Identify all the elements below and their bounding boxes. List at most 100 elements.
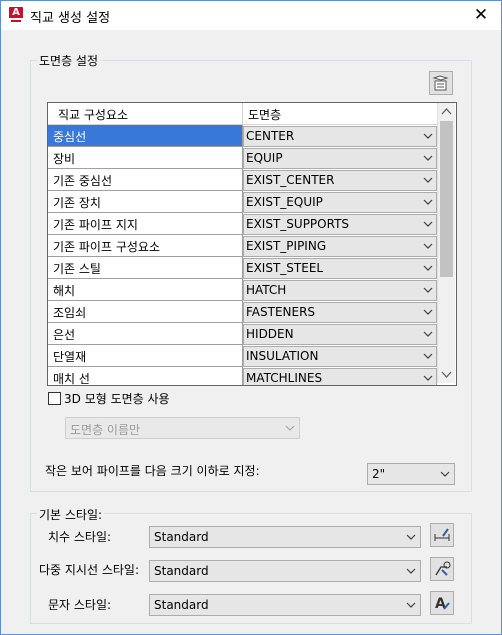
component-label: 매치 선: [53, 372, 90, 386]
chevron-down-icon: [440, 471, 450, 477]
chevron-down-icon: [423, 221, 433, 227]
layer-properties-button[interactable]: [429, 71, 453, 95]
chevron-down-icon: [423, 331, 433, 337]
table-row[interactable]: 매치 선 MATCHLINES: [48, 367, 438, 386]
layer-settings-legend: 도면층 설정: [37, 52, 101, 69]
table-row[interactable]: 기존 파이프 구성요소 EXIST_PIPING: [48, 235, 438, 257]
chevron-down-icon: [423, 133, 433, 139]
table-row[interactable]: 은선 HIDDEN: [48, 323, 438, 345]
layer-name-only-value: 도면층 이름만: [70, 423, 141, 437]
table-row[interactable]: 기존 파이프 지지 EXIST_SUPPORTS: [48, 213, 438, 235]
chevron-down-icon: [423, 199, 433, 205]
layer-select[interactable]: EXIST_SUPPORTS: [243, 214, 437, 235]
table-row[interactable]: 기존 장치 EXIST_EQUIP: [48, 191, 438, 213]
multileader-style-icon: [435, 561, 451, 576]
small-bore-select[interactable]: 2": [367, 463, 455, 485]
layer-select[interactable]: HIDDEN: [243, 324, 437, 345]
layer-select[interactable]: INSULATION: [243, 346, 437, 367]
layer-value: EXIST_STEEL: [246, 261, 324, 275]
layer-value: HATCH: [246, 283, 287, 297]
svg-text:A: A: [435, 596, 446, 612]
multileader-style-label: 다중 지시선 스타일:: [39, 563, 139, 577]
chevron-down-icon: [406, 568, 416, 574]
small-bore-label: 작은 보어 파이프를 다음 크기 이하로 지정:: [45, 464, 260, 478]
table-row[interactable]: 해치 HATCH: [48, 279, 438, 301]
use-3d-layers-checkbox[interactable]: [48, 392, 61, 405]
dimension-style-label: 치수 스타일:: [48, 530, 112, 544]
text-style-label: 문자 스타일:: [48, 598, 112, 612]
small-bore-value: 2": [372, 467, 386, 481]
layer-select[interactable]: FASTENERS: [243, 302, 437, 323]
chevron-down-icon: [423, 375, 433, 381]
component-cell[interactable]: 매치 선: [48, 367, 243, 386]
chevron-down-icon: [423, 265, 433, 271]
layer-select[interactable]: EXIST_EQUIP: [243, 192, 437, 213]
component-cell[interactable]: 기존 장치: [48, 191, 243, 213]
layer-select[interactable]: HATCH: [243, 280, 437, 301]
scroll-thumb[interactable]: [440, 121, 453, 277]
text-style-value: Standard: [154, 598, 209, 612]
layer-value: INSULATION: [246, 349, 319, 363]
layer-select[interactable]: MATCHLINES: [243, 368, 437, 385]
table-row[interactable]: 기존 중심선 EXIST_CENTER: [48, 169, 438, 191]
layer-value: CENTER: [246, 129, 295, 143]
chevron-down-icon: [423, 287, 433, 293]
component-cell[interactable]: 기존 중심선: [48, 169, 243, 191]
column-header-layer[interactable]: 도면층: [248, 106, 281, 123]
scroll-down-icon[interactable]: [438, 366, 455, 383]
chevron-down-icon: [406, 534, 416, 540]
layer-value: FASTENERS: [246, 305, 316, 319]
table-row[interactable]: 조임쇠 FASTENERS: [48, 301, 438, 323]
table-row[interactable]: 중심선 CENTER: [48, 125, 438, 147]
component-label: 기존 중심선: [53, 174, 113, 188]
component-label: 단열재: [53, 350, 87, 364]
table-row[interactable]: 단열재 INSULATION: [48, 345, 438, 367]
chevron-down-icon: [423, 243, 433, 249]
component-label: 중심선: [53, 130, 87, 144]
column-header-component[interactable]: 직교 구성요소: [58, 106, 128, 123]
component-cell[interactable]: 장비: [48, 147, 243, 169]
multileader-style-select[interactable]: Standard: [149, 560, 421, 582]
layer-select[interactable]: EXIST_PIPING: [243, 236, 437, 257]
component-cell[interactable]: 은선: [48, 323, 243, 345]
chevron-down-icon: [423, 177, 433, 183]
table-row[interactable]: 장비 EQUIP: [48, 147, 438, 169]
layer-select[interactable]: EQUIP: [243, 148, 437, 169]
grid-scrollbar[interactable]: [437, 103, 455, 383]
chevron-down-icon: [285, 425, 295, 431]
chevron-down-icon: [406, 602, 416, 608]
component-cell[interactable]: 해치: [48, 279, 243, 301]
layer-value: EQUIP: [246, 151, 283, 165]
component-cell[interactable]: 조임쇠: [48, 301, 243, 323]
dimension-style-value: Standard: [154, 530, 209, 544]
layer-select[interactable]: EXIST_CENTER: [243, 170, 437, 191]
layer-value: EXIST_EQUIP: [246, 195, 323, 209]
component-label: 기존 파이프 지지: [53, 218, 138, 232]
close-icon: ✕: [473, 5, 489, 25]
component-cell[interactable]: 기존 파이프 구성요소: [48, 235, 243, 257]
autocad-logo-icon: A: [9, 7, 23, 23]
scroll-up-icon[interactable]: [438, 103, 455, 120]
use-3d-layers-label: 3D 모형 도면층 사용: [64, 392, 170, 406]
layer-name-only-select[interactable]: 도면층 이름만: [65, 417, 300, 439]
component-cell[interactable]: 기존 파이프 지지: [48, 213, 243, 235]
text-style-button[interactable]: A: [430, 591, 454, 615]
dimension-style-select[interactable]: Standard: [149, 526, 421, 548]
component-label: 장비: [53, 152, 76, 166]
dimension-style-button[interactable]: [430, 523, 454, 547]
component-cell[interactable]: 기존 스틸: [48, 257, 243, 279]
component-cell[interactable]: 단열재: [48, 345, 243, 367]
component-label: 기존 스틸: [53, 262, 101, 276]
title-bar: A 직교 생성 설정 ✕: [1, 1, 501, 30]
layer-select[interactable]: EXIST_STEEL: [243, 258, 437, 279]
component-label: 기존 장치: [53, 196, 101, 210]
component-cell[interactable]: 중심선: [48, 125, 243, 147]
layer-value: MATCHLINES: [246, 371, 323, 385]
layer-select[interactable]: CENTER: [243, 126, 437, 147]
chevron-down-icon: [423, 309, 433, 315]
table-row[interactable]: 기존 스틸 EXIST_STEEL: [48, 257, 438, 279]
multileader-style-button[interactable]: [430, 557, 454, 581]
chevron-down-icon: [423, 155, 433, 161]
text-style-select[interactable]: Standard: [149, 594, 421, 616]
close-button[interactable]: ✕: [461, 1, 501, 30]
